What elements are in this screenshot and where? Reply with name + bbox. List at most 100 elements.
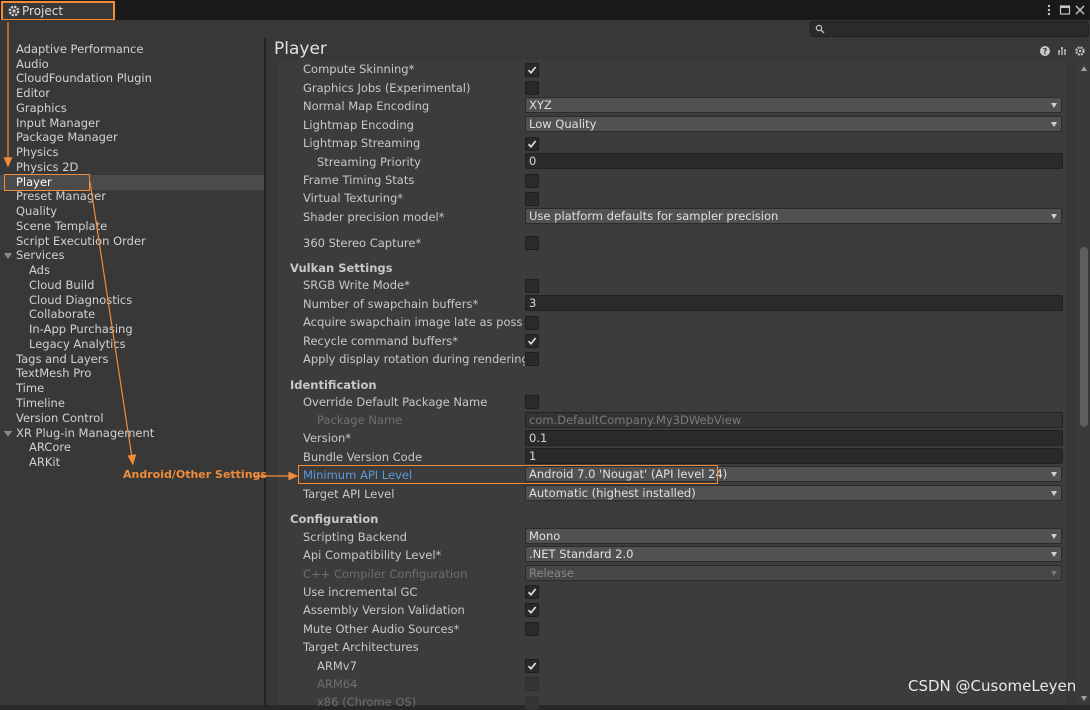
graphics-jobs-checkbox[interactable] [525, 81, 539, 95]
lightmap-encoding-dropdown[interactable]: Low Quality [525, 116, 1062, 132]
sidebar-item-script-execution-order[interactable]: Script Execution Order [16, 234, 146, 249]
sidebar-item-package-manager[interactable]: Package Manager [16, 130, 118, 145]
cpp-compiler-config-dropdown: Release [525, 565, 1062, 581]
x86-chromeos-checkbox [525, 696, 539, 710]
shader-precision-dropdown[interactable]: Use platform defaults for sampler precis… [525, 208, 1062, 224]
streaming-priority-label: Streaming Priority [317, 155, 421, 169]
api-compatibility-level-label: Api Compatibility Level* [303, 548, 442, 562]
apply-display-rotation-label: Apply display rotation during rendering [303, 352, 529, 366]
sidebar-item-preset-manager[interactable]: Preset Manager [16, 189, 106, 204]
sidebar-item-timeline[interactable]: Timeline [16, 396, 65, 411]
acquire-swapchain-checkbox[interactable] [525, 316, 539, 330]
assembly-version-validation-label: Assembly Version Validation [303, 603, 465, 617]
compute-skinning-checkbox[interactable] [525, 63, 539, 77]
maximize-icon[interactable] [1058, 2, 1072, 18]
target-api-level-label: Target API Level [303, 487, 395, 501]
sidebar-item-physics[interactable]: Physics [16, 145, 59, 160]
sidebar-item-scene-template[interactable]: Scene Template [16, 219, 107, 234]
preset-icon[interactable] [1057, 45, 1069, 57]
close-icon[interactable] [1073, 2, 1087, 18]
expand-xr-icon[interactable] [4, 431, 12, 437]
sidebar-item-version-control[interactable]: Version Control [16, 411, 104, 426]
vulkan-settings-header: Vulkan Settings [290, 261, 393, 275]
api-compatibility-level-dropdown[interactable]: .NET Standard 2.0 [525, 546, 1062, 562]
scripting-backend-dropdown[interactable]: Mono [525, 528, 1062, 544]
more-options-icon[interactable] [1042, 2, 1056, 18]
shader-precision-label: Shader precision model* [303, 210, 445, 224]
assembly-version-validation-checkbox[interactable] [525, 603, 539, 617]
apply-display-rotation-checkbox[interactable] [525, 352, 539, 366]
virtual-texturing-label: Virtual Texturing* [303, 191, 404, 205]
title-bar [0, 0, 1090, 20]
expand-services-icon[interactable] [4, 253, 12, 259]
sidebar-item-cloud-build[interactable]: Cloud Build [29, 278, 94, 293]
swapchain-buffers-field[interactable]: 3 [525, 295, 1063, 311]
sidebar-item-arkit[interactable]: ARKit [29, 455, 60, 470]
sidebar-item-textmesh-pro[interactable]: TextMesh Pro [16, 366, 91, 381]
override-package-name-label: Override Default Package Name [303, 395, 488, 409]
x86-chromeos-label: x86 (Chrome OS) [317, 695, 417, 709]
player-highlight-box [4, 174, 90, 191]
chevron-down-icon [1051, 552, 1057, 557]
recycle-command-buffers-label: Recycle command buffers* [303, 334, 459, 348]
recycle-command-buffers-checkbox[interactable] [525, 334, 539, 348]
chevron-down-icon [1051, 571, 1057, 576]
virtual-texturing-checkbox[interactable] [525, 192, 539, 206]
sidebar-item-input-manager[interactable]: Input Manager [16, 116, 100, 131]
sidebar-item-cloudfoundation-plugin[interactable]: CloudFoundation Plugin [16, 71, 152, 86]
chevron-down-icon [1051, 534, 1057, 539]
annotation-label: Android/Other Settings [123, 468, 267, 481]
watermark: CSDN @CusomeLeyen [908, 677, 1077, 695]
lightmap-streaming-checkbox[interactable] [525, 137, 539, 151]
frame-timing-stats-checkbox[interactable] [525, 174, 539, 188]
checkmark-icon [527, 337, 537, 346]
streaming-priority-field[interactable]: 0 [525, 153, 1063, 169]
version-field[interactable]: 0.1 [525, 430, 1063, 446]
scroll-down-icon[interactable] [1081, 696, 1087, 701]
sidebar-item-graphics[interactable]: Graphics [16, 101, 67, 116]
sidebar-item-arcore[interactable]: ARCore [29, 440, 71, 455]
project-settings-tab[interactable]: Project Settings [1, 1, 115, 34]
sidebar-item-tags-and-layers[interactable]: Tags and Layers [16, 352, 108, 367]
arm64-label: ARM64 [317, 677, 358, 691]
field-value: 1 [529, 449, 537, 463]
search-input[interactable] [810, 21, 1089, 37]
sidebar-item-quality[interactable]: Quality [16, 204, 57, 219]
sidebar-item-editor[interactable]: Editor [16, 86, 50, 101]
settings-gear-icon[interactable] [1074, 45, 1086, 57]
sidebar-item-time[interactable]: Time [16, 381, 44, 396]
target-api-level-dropdown[interactable]: Automatic (highest installed) [525, 485, 1062, 501]
dropdown-value: Mono [529, 529, 561, 543]
field-value: 0 [529, 154, 537, 168]
sidebar-item-in-app-purchasing[interactable]: In-App Purchasing [29, 322, 133, 337]
sidebar-item-ads[interactable]: Ads [29, 263, 50, 278]
srgb-write-mode-checkbox[interactable] [525, 279, 539, 293]
incremental-gc-checkbox[interactable] [525, 585, 539, 599]
armv7-checkbox[interactable] [525, 659, 539, 673]
lightmap-encoding-label: Lightmap Encoding [303, 118, 414, 132]
stereo-capture-checkbox[interactable] [525, 236, 539, 250]
checkmark-icon [527, 140, 537, 149]
gear-icon [7, 4, 21, 18]
field-value: 3 [529, 296, 537, 310]
sidebar-item-physics-2d[interactable]: Physics 2D [16, 160, 78, 175]
mute-other-audio-checkbox[interactable] [525, 622, 539, 636]
sidebar-item-xr-plugin-management[interactable]: XR Plug-in Management [16, 426, 154, 441]
dropdown-value: Automatic (highest installed) [529, 486, 696, 500]
scrollbar-thumb[interactable] [1080, 247, 1088, 427]
dropdown-value: XYZ [529, 98, 552, 112]
bundle-version-code-field[interactable]: 1 [525, 448, 1063, 464]
sidebar-item-adaptive-performance[interactable]: Adaptive Performance [16, 42, 143, 57]
acquire-swapchain-label: Acquire swapchain image late as possible [303, 315, 523, 329]
sidebar-item-legacy-analytics[interactable]: Legacy Analytics [29, 337, 126, 352]
help-icon[interactable]: ? [1039, 45, 1051, 57]
sidebar-item-services[interactable]: Services [16, 248, 65, 263]
normal-map-encoding-dropdown[interactable]: XYZ [525, 97, 1062, 113]
scroll-up-icon[interactable] [1081, 66, 1087, 71]
sidebar-item-collaborate[interactable]: Collaborate [29, 307, 95, 322]
dropdown-value: Low Quality [529, 117, 597, 131]
search-icon [815, 24, 825, 34]
override-package-name-checkbox[interactable] [525, 395, 539, 409]
sidebar-item-audio[interactable]: Audio [16, 57, 49, 72]
sidebar-item-cloud-diagnostics[interactable]: Cloud Diagnostics [29, 293, 132, 308]
